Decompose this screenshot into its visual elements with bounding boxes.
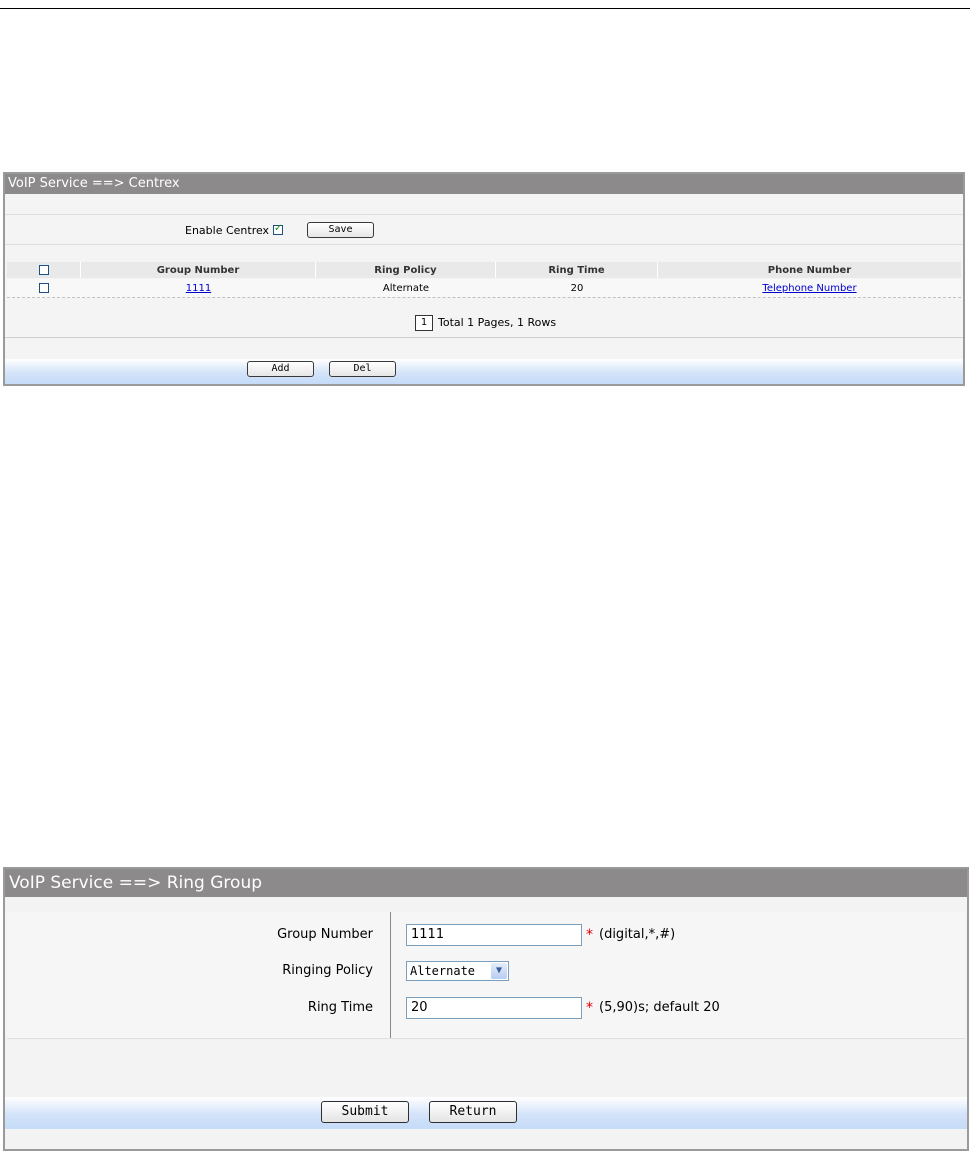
- ringing-policy-selected-value: Alternate: [410, 964, 476, 978]
- group-number-label: Group Number: [277, 927, 373, 942]
- required-mark: *: [586, 927, 593, 943]
- ring-time-input[interactable]: 20: [406, 997, 582, 1019]
- page-number-button[interactable]: 1: [415, 315, 433, 331]
- group-number-input[interactable]: 1111: [406, 924, 582, 946]
- ring-time-hint: (5,90)s; default 20: [599, 1000, 720, 1015]
- centrex-table-header: Group Number Ring Policy Ring Time Phone…: [7, 262, 961, 278]
- row-select-checkbox[interactable]: [39, 283, 49, 293]
- table-row: 1111 Alternate 20 Telephone Number: [7, 279, 961, 298]
- pagination-summary: Total 1 Pages, 1 Rows: [438, 316, 557, 329]
- return-button[interactable]: Return: [429, 1101, 517, 1123]
- ring-policy-cell: Alternate: [382, 282, 430, 294]
- save-button[interactable]: Save: [307, 222, 374, 238]
- checkmark-icon: ✓: [274, 223, 283, 234]
- del-button[interactable]: Del: [329, 361, 396, 377]
- select-all-cell: [7, 262, 81, 278]
- required-mark: *: [586, 1000, 593, 1016]
- form-divider: [390, 912, 391, 1038]
- ringing-policy-label: Ringing Policy: [282, 963, 373, 978]
- ring-time-cell: 20: [570, 282, 584, 294]
- group-number-hint: (digital,*,#): [599, 927, 676, 942]
- centrex-panel-title: VoIP Service ==> Centrex: [5, 174, 963, 194]
- group-number-link[interactable]: 1111: [186, 283, 211, 294]
- column-header-ring-policy: Ring Policy: [316, 262, 496, 278]
- divider: [5, 214, 963, 215]
- divider: [5, 244, 963, 245]
- ring-group-panel-title: VoIP Service ==> Ring Group: [5, 869, 967, 897]
- ringing-policy-select[interactable]: Alternate ▼: [406, 961, 509, 981]
- group-number-cell: 1111: [81, 279, 316, 297]
- enable-centrex-checkbox[interactable]: ✓: [273, 223, 283, 235]
- page-top-rule: [0, 8, 970, 9]
- centrex-action-bar: [5, 359, 963, 384]
- column-header-phone-number: Phone Number: [767, 264, 852, 276]
- submit-button[interactable]: Submit: [321, 1101, 409, 1123]
- select-all-checkbox[interactable]: [38, 265, 49, 275]
- divider: [5, 337, 963, 338]
- chevron-down-icon[interactable]: ▼: [491, 963, 507, 979]
- add-button[interactable]: Add: [247, 361, 314, 377]
- enable-centrex-label: Enable Centrex: [185, 224, 270, 237]
- ring-group-panel: VoIP Service ==> Ring Group Group Number…: [3, 867, 969, 1151]
- row-select-cell: [7, 279, 81, 297]
- centrex-panel: VoIP Service ==> Centrex Enable Centrex …: [3, 172, 965, 386]
- column-header-group-number: Group Number: [81, 262, 316, 278]
- column-header-ring-time: Ring Time: [496, 262, 658, 278]
- phone-number-cell: Telephone Number: [658, 279, 961, 297]
- ring-time-label: Ring Time: [307, 1000, 373, 1015]
- telephone-number-link[interactable]: Telephone Number: [762, 283, 856, 294]
